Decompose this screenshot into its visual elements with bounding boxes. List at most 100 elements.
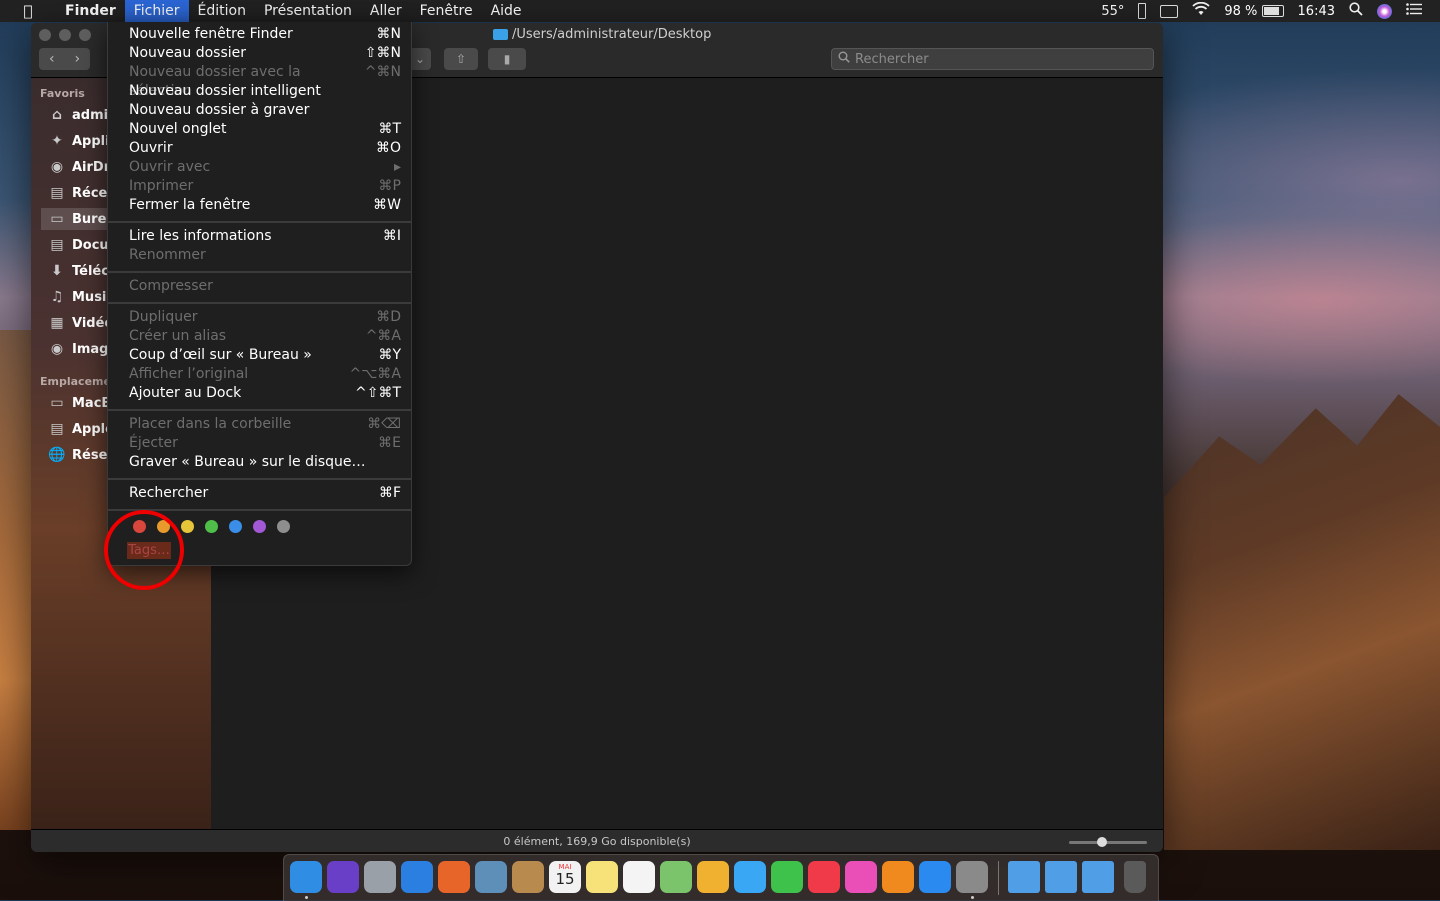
menu-edition[interactable]: Édition [189,0,255,22]
menu-aller[interactable]: Aller [361,0,411,22]
tag-color-dot[interactable] [277,520,290,533]
usb-drive-icon[interactable] [1138,3,1147,19]
menu-item-make-alias: Créer un alias ^⌘A [129,327,405,346]
maps-icon[interactable] [660,861,692,893]
messages-icon[interactable] [734,861,766,893]
tags-button[interactable]: ▮ [488,48,526,70]
facetime-icon[interactable] [771,861,803,893]
menu-item-new-smart-folder[interactable]: Nouveau dossier intelligent [129,82,405,101]
clock[interactable]: 16:43 [1298,4,1335,19]
music-icon: ♫ [50,289,64,305]
menu-item-new-folder[interactable]: Nouveau dossier ⇧⌘N [129,44,405,63]
menu-item-burn-to-disc[interactable]: Graver « Bureau » sur le disque… [129,453,405,472]
firefox-icon[interactable] [438,861,470,893]
desktop-icon: ▭ [50,211,64,227]
menu-item-add-to-dock[interactable]: Ajouter au Dock ^⇧⌘T [129,384,405,403]
menu-presentation[interactable]: Présentation [255,0,361,22]
menu-item-shortcut: ⌘N [376,26,401,42]
siri-icon[interactable] [327,861,359,893]
menu-item-label: Placer dans la corbeille [129,416,292,432]
photos-icon[interactable] [697,861,729,893]
tag-color-dot[interactable] [229,520,242,533]
share-button[interactable]: ⇧ [444,48,478,70]
close-window-button[interactable] [39,29,51,41]
zoom-window-button[interactable] [79,29,91,41]
tag-color-dot[interactable] [181,520,194,533]
menu-item-label: Compresser [129,278,213,294]
appstore-icon[interactable] [919,861,951,893]
folder-icon [493,29,508,40]
search-field[interactable]: Rechercher [831,48,1154,70]
submenu-arrow-icon: ▸ [393,159,401,175]
menu-bar:  Finder Fichier Édition Présentation Al… [0,0,1440,22]
calendar-icon[interactable]: MAI 15 [549,861,581,893]
sidebar-section-emplacements: Emplacemer [40,375,117,388]
safari-icon[interactable] [401,861,433,893]
menu-item-shortcut: ^⌥⌘A [349,366,401,382]
applications-folder-icon[interactable] [1008,861,1040,893]
menu-item-shortcut [401,82,405,101]
back-button[interactable]: ‹ [39,48,65,70]
battery-status[interactable]: 98 % [1224,4,1284,19]
downloads-icon: ⬇ [51,263,63,279]
notes-icon[interactable] [586,861,618,893]
icon-size-slider[interactable] [1069,837,1147,847]
tag-color-dot[interactable] [253,520,266,533]
menu-app-finder[interactable]: Finder [56,0,125,22]
menu-fichier[interactable]: Fichier [124,0,189,22]
tag-color-dot[interactable] [205,520,218,533]
reminders-icon[interactable] [623,861,655,893]
dock-separator [998,861,999,895]
menu-item-close-window[interactable]: Fermer la fenêtre ⌘W [129,196,405,215]
menu-item-label: Lire les informations [129,228,272,244]
apple-menu-icon[interactable]:  [0,2,56,20]
news-icon[interactable] [808,861,840,893]
view-options-chevron-icon[interactable]: ⌄ [409,48,431,70]
pictures-icon: ◉ [50,341,64,357]
window-title: /Users/administrateur/Desktop [493,27,711,42]
downloads-folder-icon[interactable] [1082,861,1114,893]
menu-item-shortcut: ^⌘A [365,328,401,344]
menu-item-new-burn-folder[interactable]: Nouveau dossier à graver [129,101,405,120]
menu-item-rename: Renommer [129,246,405,265]
finder-icon[interactable] [290,861,322,893]
slider-knob[interactable] [1097,837,1107,847]
menu-item-open[interactable]: Ouvrir ⌘O [129,139,405,158]
menu-item-shortcut [401,101,405,120]
menu-item-get-info[interactable]: Lire les informations ⌘I [129,227,405,246]
menu-item-label: Coup d’œil sur « Bureau » [129,347,312,363]
system-preferences-icon[interactable] [956,861,988,893]
menu-fenetre[interactable]: Fenêtre [411,0,482,22]
menu-item-shortcut: ⌘P [378,178,401,194]
documents-folder-icon[interactable] [1045,861,1077,893]
movies-icon: ▦ [50,315,64,331]
notification-center-icon[interactable] [1406,3,1422,19]
forward-button[interactable]: › [65,48,91,70]
trash-icon[interactable] [1124,861,1146,893]
menu-item-label: Dupliquer [129,309,198,325]
menu-item-label: Fermer la fenêtre [129,197,251,213]
menu-item-new-tab[interactable]: Nouvel onglet ⌘T [129,120,405,139]
menu-item-label: Nouveau dossier [129,45,247,61]
contacts-icon[interactable] [512,861,544,893]
menu-item-new-finder-window[interactable]: Nouvelle fenêtre Finder ⌘N [129,25,405,44]
menu-item-label: Ouvrir [129,140,173,156]
temperature-status[interactable]: 55° [1101,4,1124,19]
menu-item-shortcut [401,453,405,472]
running-indicator [305,896,308,899]
menu-item-find[interactable]: Rechercher ⌘F [129,484,405,503]
menu-item-eject: Éjecter ⌘E [129,434,405,453]
books-icon[interactable] [882,861,914,893]
wifi-icon[interactable] [1192,1,1210,20]
menu-item-shortcut: ⌘W [373,197,401,213]
preview-icon[interactable] [475,861,507,893]
siri-menu-icon[interactable] [1377,3,1392,19]
minimize-window-button[interactable] [59,29,71,41]
spotlight-search-icon[interactable] [1349,2,1363,20]
running-indicator [971,896,974,899]
itunes-icon[interactable] [845,861,877,893]
launchpad-icon[interactable] [364,861,396,893]
menu-aide[interactable]: Aide [482,0,531,22]
keyboard-icon[interactable] [1160,4,1179,18]
menu-item-quick-look[interactable]: Coup d’œil sur « Bureau » ⌘Y [129,346,405,365]
